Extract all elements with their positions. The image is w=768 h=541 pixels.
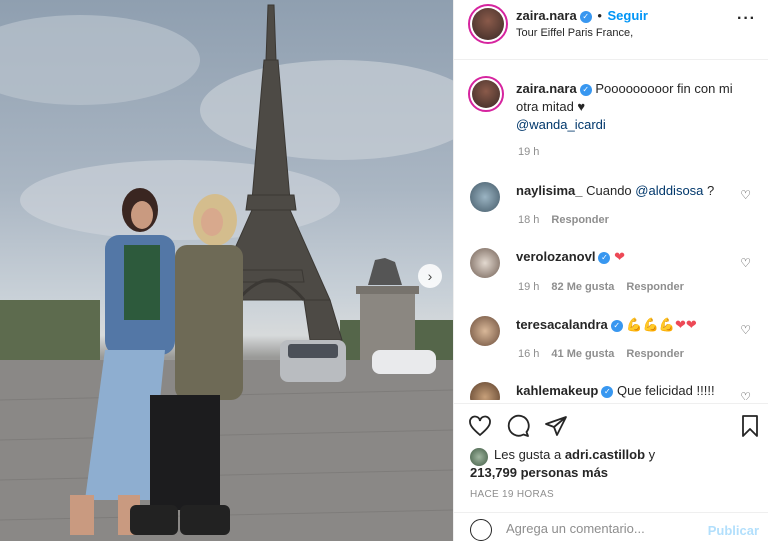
liker-avatar[interactable]	[470, 448, 488, 466]
reply-button[interactable]: Responder	[626, 348, 683, 360]
comment-text-block: naylisima_ Cuando @alddisosa ?	[516, 182, 746, 200]
caption-username[interactable]: zaira.nara	[516, 81, 577, 96]
post-photo[interactable]: ›	[0, 0, 453, 541]
reply-button[interactable]: Responder	[626, 281, 683, 293]
separator-dot: •	[597, 8, 602, 23]
comment-text-block: teresacalandra ✓ 💪💪💪❤❤	[516, 316, 746, 334]
likes-mid: y	[645, 447, 656, 462]
comment-avatar[interactable]	[470, 248, 500, 278]
like-comment-heart-icon[interactable]: ♡	[740, 390, 751, 400]
like-comment-heart-icon[interactable]: ♡	[740, 323, 751, 337]
comment-text-block: kahlemakeup ✓ Que felicidad !!!!!	[516, 382, 746, 400]
comment-username[interactable]: verolozanovl	[516, 249, 595, 264]
caption-text-block: zaira.nara ✓ Pooooooooor fin con mi otra …	[516, 80, 736, 134]
comment-text: Cuando	[586, 183, 636, 198]
reply-button[interactable]: Responder	[551, 214, 608, 226]
verified-badge-icon: ✓	[579, 83, 592, 96]
comment-time: 19 h	[518, 281, 540, 293]
save-bookmark-icon[interactable]	[738, 414, 762, 438]
comment-avatar[interactable]	[470, 182, 500, 212]
verified-badge-icon: ✓	[601, 385, 614, 398]
comment-bubble-icon[interactable]	[506, 414, 530, 438]
caption-mention[interactable]: @wanda_icardi	[516, 117, 606, 132]
comment-text-tail: ?	[703, 183, 715, 198]
likes-summary: Les gusta a adri.castillob y 213,799 per…	[470, 446, 760, 482]
comment-text: 💪💪💪❤❤	[626, 317, 697, 332]
comment-likes-count[interactable]: 41 Me gusta	[551, 348, 614, 360]
follow-button[interactable]: Seguir	[608, 8, 648, 23]
comment-username[interactable]: kahlemakeup	[516, 383, 598, 398]
liker-username[interactable]: adri.castillob	[565, 447, 645, 462]
author-avatar[interactable]	[468, 4, 508, 44]
likes-count[interactable]: 213,799 personas más	[470, 465, 608, 480]
photo-illustration	[0, 4, 453, 541]
comment-text: ❤	[614, 249, 625, 264]
comment-text-block: verolozanovl ✓ ❤	[516, 248, 746, 266]
author-username[interactable]: zaira.nara	[516, 8, 577, 23]
post-side-panel: zaira.nara ✓ • Seguir Tour Eiffel Paris F…	[453, 0, 768, 541]
post-timestamp[interactable]: HACE 19 HORAS	[470, 489, 554, 500]
verified-badge-icon: ✓	[610, 319, 623, 332]
verified-badge-icon: ✓	[579, 10, 592, 23]
like-comment-heart-icon[interactable]: ♡	[740, 256, 751, 270]
comment-time: 16 h	[518, 348, 540, 360]
share-plane-icon[interactable]	[544, 414, 568, 438]
comment-time: 18 h	[518, 214, 540, 226]
publish-button[interactable]: Publicar	[708, 523, 759, 538]
post-header: zaira.nara ✓ • Seguir Tour Eiffel Paris F…	[454, 0, 768, 60]
carousel-next-button[interactable]: ›	[418, 264, 442, 288]
comment-username[interactable]: naylisima_	[516, 183, 583, 198]
comment-meta: 18 h Responder	[518, 214, 621, 226]
post-action-bar	[454, 403, 768, 447]
likes-prefix: Les gusta a	[494, 447, 565, 462]
add-comment-bar: Publicar	[454, 512, 768, 541]
like-heart-icon[interactable]	[468, 414, 492, 438]
comment-text: Que felicidad !!!!!	[617, 383, 715, 398]
chevron-right-icon: ›	[427, 268, 433, 284]
comment-meta: 19 h 82 Me gusta Responder	[518, 281, 696, 293]
verified-badge-icon: ✓	[598, 251, 611, 264]
comment-avatar[interactable]	[470, 382, 500, 400]
post-location[interactable]: Tour Eiffel Paris France,	[516, 27, 633, 39]
comment-input[interactable]	[506, 521, 696, 536]
comment-meta: 16 h 41 Me gusta Responder	[518, 348, 696, 360]
comments-list[interactable]: zaira.nara ✓ Pooooooooor fin con mi otra …	[454, 60, 768, 400]
comment-likes-count[interactable]: 82 Me gusta	[551, 281, 614, 293]
comment-avatar[interactable]	[470, 316, 500, 346]
more-dots-icon[interactable]: ···	[737, 10, 756, 28]
caption-avatar[interactable]	[468, 76, 504, 112]
like-comment-heart-icon[interactable]: ♡	[740, 188, 751, 202]
comment-username[interactable]: teresacalandra	[516, 317, 608, 332]
emoji-smiley-icon[interactable]	[470, 519, 492, 541]
comment-mention[interactable]: @alddisosa	[635, 183, 703, 198]
caption-time: 19 h	[518, 146, 540, 158]
